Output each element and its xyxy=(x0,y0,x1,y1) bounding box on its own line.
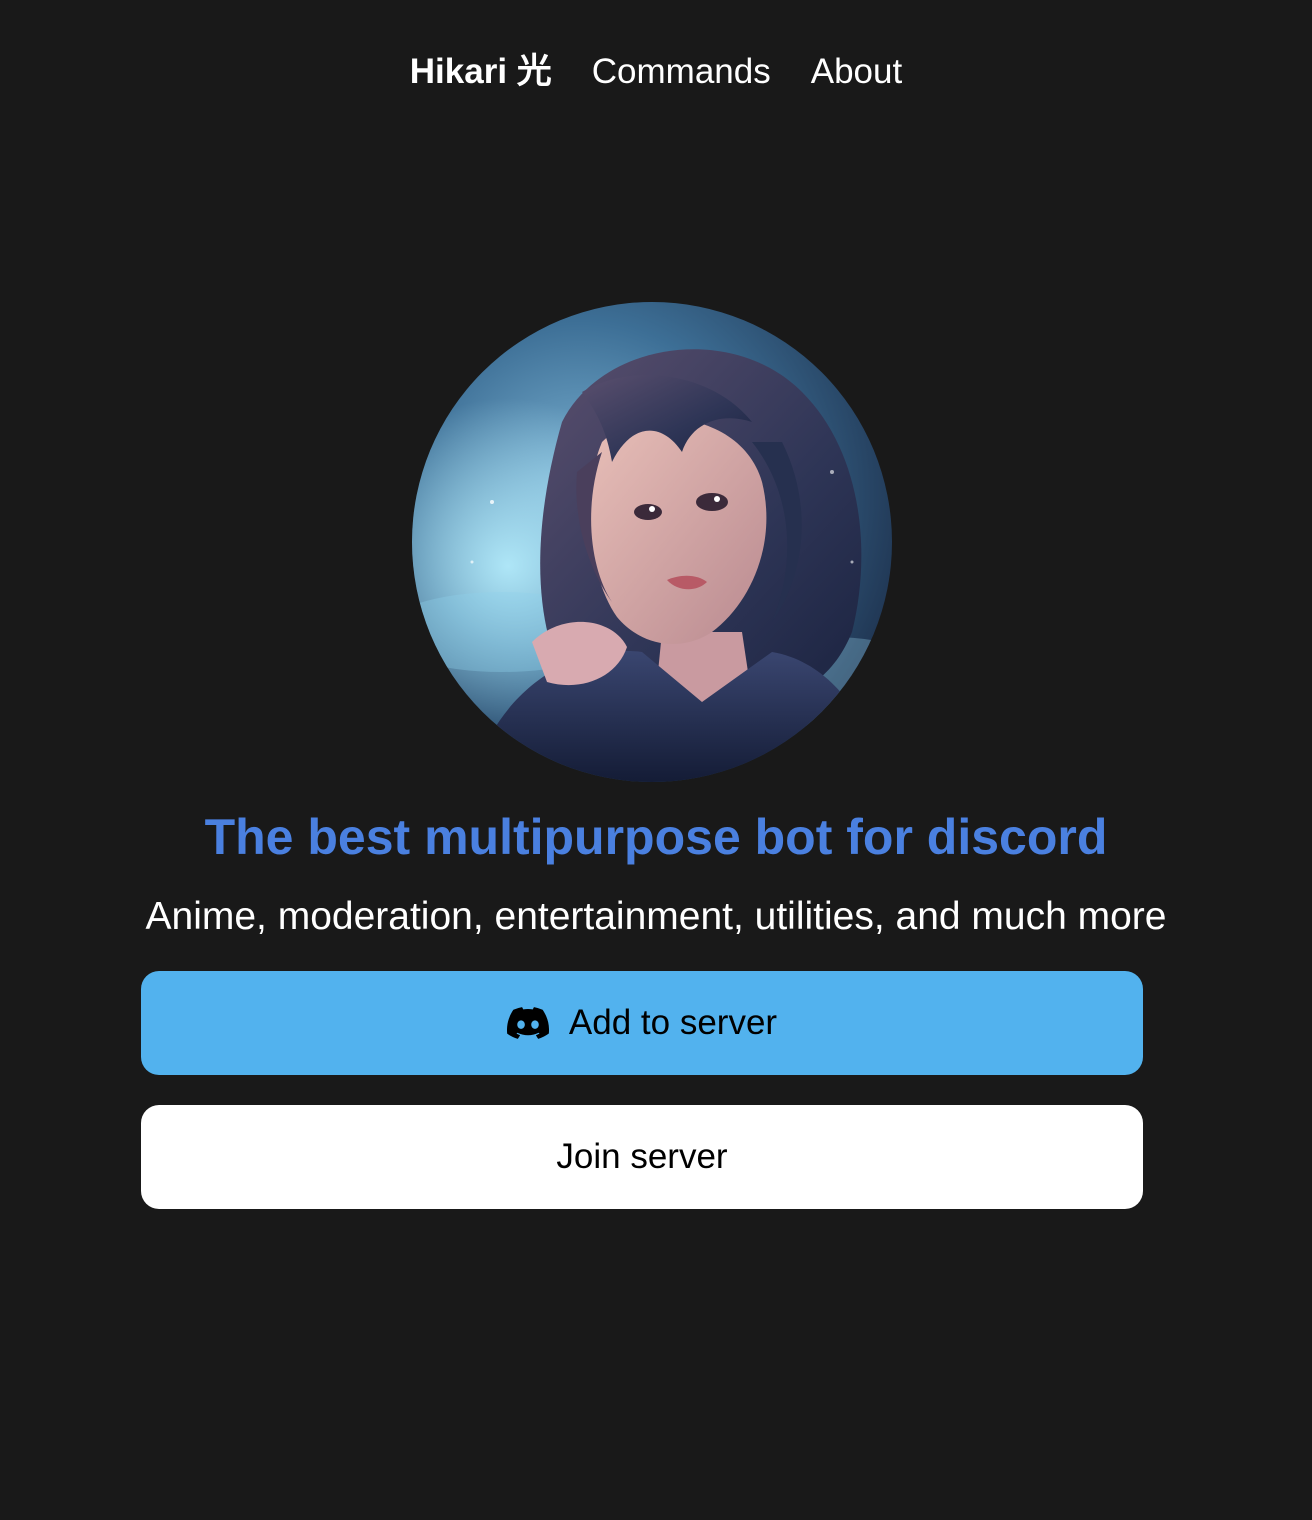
hero-subline: Anime, moderation, entertainment, utilit… xyxy=(145,895,1167,938)
nav-link-commands[interactable]: Commands xyxy=(592,48,771,96)
nav-brand-link[interactable]: Hikari 光 xyxy=(410,48,552,96)
hero-headline: The best multipurpose bot for discord xyxy=(204,809,1108,865)
add-to-server-button[interactable]: Add to server xyxy=(141,971,1143,1075)
join-server-button[interactable]: Join server xyxy=(141,1105,1143,1209)
join-server-label: Join server xyxy=(556,1137,728,1176)
top-nav: Hikari 光 Commands About xyxy=(0,48,1312,96)
add-to-server-label: Add to server xyxy=(568,1003,778,1042)
nav-link-about[interactable]: About xyxy=(811,48,902,96)
bot-avatar xyxy=(412,302,892,782)
discord-icon xyxy=(506,1007,549,1039)
